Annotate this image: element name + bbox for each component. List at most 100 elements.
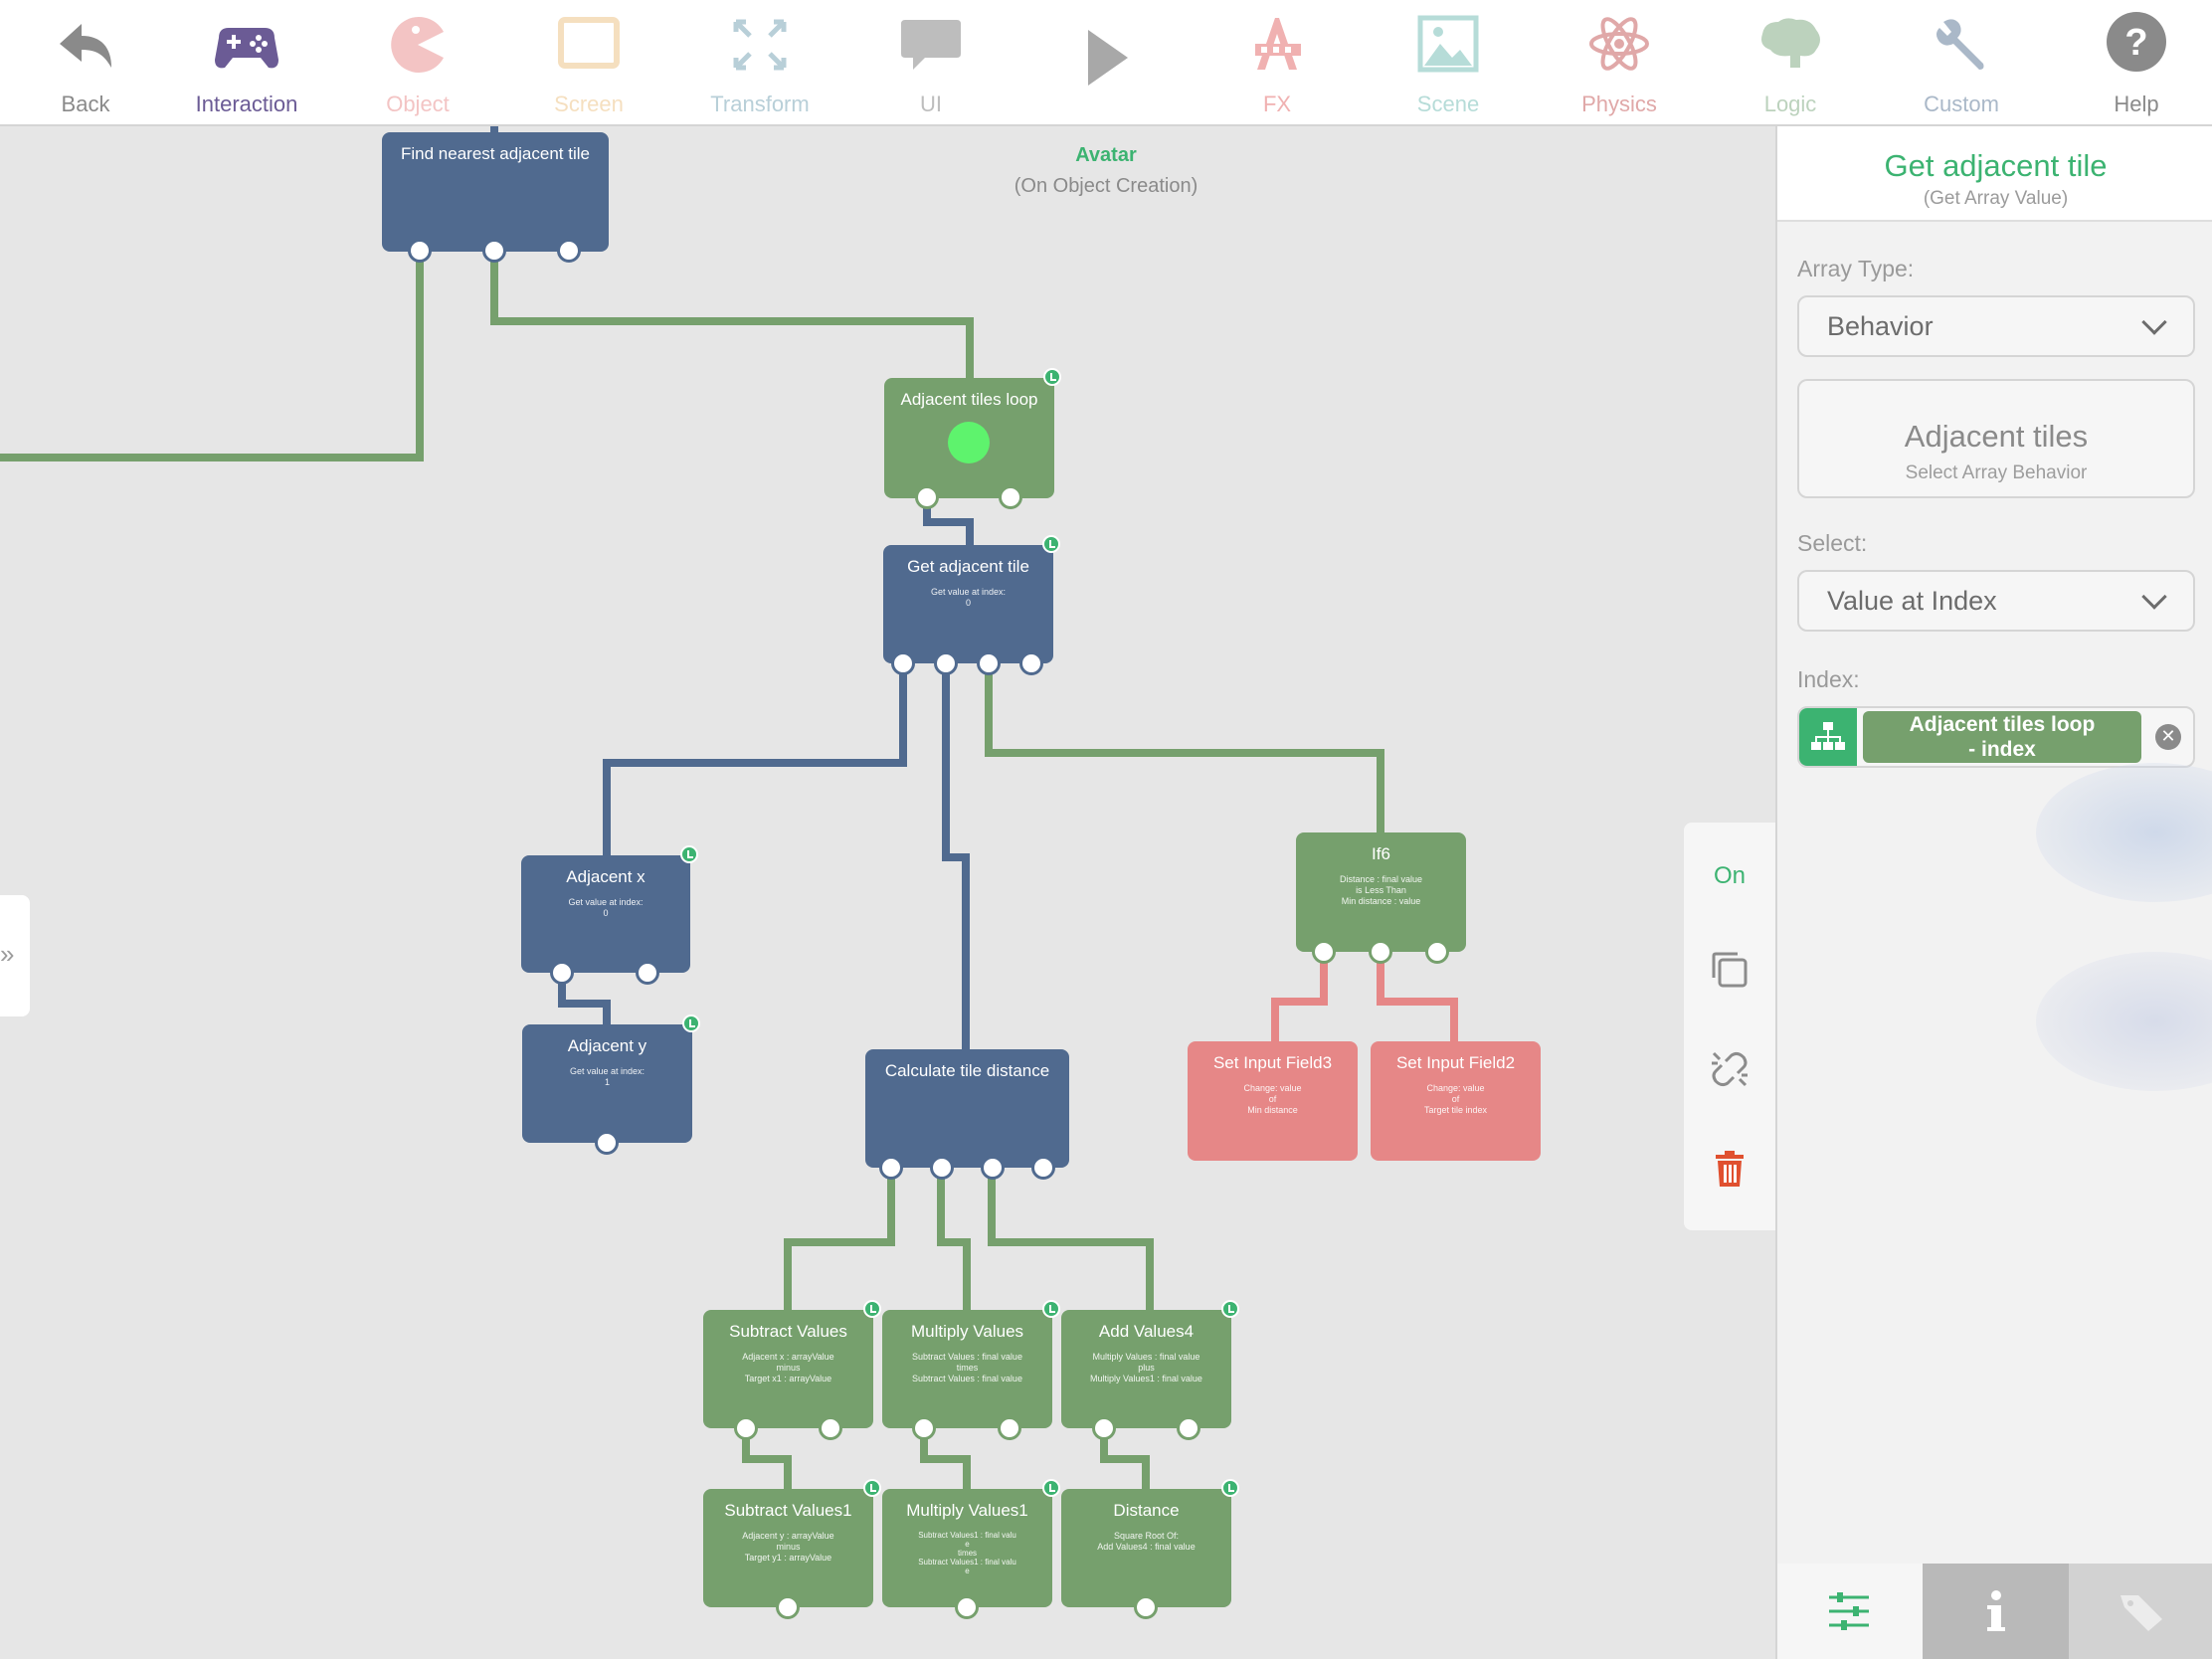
node-port[interactable] (1134, 1595, 1158, 1619)
node-adjacent-x[interactable]: Adjacent x Get value at index: 0 (521, 845, 698, 985)
index-label: Index: (1797, 666, 1860, 692)
node-title: Adjacent tiles loop (900, 390, 1038, 409)
node-port[interactable] (557, 239, 581, 263)
node-subtract-values1[interactable]: Subtract Values1 Adjacent y : arrayValue… (703, 1479, 881, 1619)
node-title: Set Input Field3 (1212, 1053, 1333, 1072)
help-button[interactable]: ? Help (2051, 0, 2212, 126)
node-port[interactable] (819, 1416, 842, 1440)
background-blur (2036, 952, 2212, 1091)
on-toggle-button[interactable]: On (1684, 862, 1775, 890)
play-button[interactable] (1020, 0, 1192, 126)
logic-button[interactable]: Logic (1705, 0, 1876, 126)
node-port[interactable] (408, 239, 432, 263)
node-port[interactable] (1019, 651, 1043, 675)
node-find-nearest[interactable]: Find nearest adjacent tile (382, 132, 609, 263)
node-port[interactable] (915, 485, 939, 509)
sliders-icon (1829, 1592, 1869, 1630)
node-port[interactable] (1425, 940, 1449, 964)
node-title: Multiply Values1 (906, 1501, 1028, 1520)
copy-icon (1712, 952, 1748, 988)
delete-button[interactable] (1684, 1147, 1775, 1196)
node-port[interactable] (1369, 940, 1392, 964)
node-port[interactable] (1312, 940, 1336, 964)
scene-button[interactable]: Scene (1363, 0, 1534, 126)
back-button[interactable]: Back (0, 0, 171, 126)
node-set-input-field3[interactable]: Set Input Field3 Change: value of Min di… (1188, 1041, 1358, 1161)
node-port[interactable] (482, 239, 506, 263)
node-multiply-values1[interactable]: Multiply Values1 Subtract Values1 : fina… (882, 1479, 1060, 1619)
ui-button[interactable]: UI (845, 0, 1016, 126)
node-get-adjacent-tile[interactable]: Get adjacent tile Get value at index: 0 (883, 535, 1060, 675)
node-add-values4[interactable]: Add Values4 Multiply Values : final valu… (1061, 1300, 1239, 1440)
node-title: If6 (1372, 844, 1390, 863)
hierarchy-icon[interactable] (1799, 708, 1857, 766)
physics-button[interactable]: Physics (1534, 0, 1705, 126)
interaction-button[interactable]: Interaction (161, 0, 332, 126)
node-detail: Distance : final value is Less Than Min … (1339, 874, 1423, 906)
node-port[interactable] (550, 961, 574, 985)
node-port[interactable] (934, 651, 958, 675)
node-if6[interactable]: If6 Distance : final value is Less Than … (1296, 832, 1466, 964)
toolbar-label: Transform (710, 92, 810, 116)
node-port[interactable] (1031, 1156, 1055, 1180)
node-port[interactable] (636, 961, 659, 985)
node-adjacent-tiles-loop[interactable]: Adjacent tiles loop (884, 368, 1061, 509)
index-value-chip[interactable]: Adjacent tiles loop - index (1863, 711, 2141, 763)
unlink-button[interactable] (1684, 1047, 1775, 1096)
node-calculate-tile-distance[interactable]: Calculate tile distance (865, 1049, 1069, 1180)
node-port[interactable] (955, 1595, 979, 1619)
array-behavior-selector[interactable]: Adjacent tiles Select Array Behavior (1797, 379, 2195, 498)
node-title: Adjacent y (567, 1036, 647, 1055)
select-dropdown[interactable]: Value at Index (1797, 570, 2195, 632)
behavior-canvas[interactable]: Avatar (On Object Creation) » Find neare… (0, 126, 1775, 1659)
array-type-dropdown[interactable]: Behavior (1797, 295, 2195, 357)
node-title: Add Values4 (1098, 1322, 1195, 1341)
node-distance[interactable]: Distance Square Root Of: Add Values4 : f… (1061, 1479, 1239, 1619)
toolbar-label: Physics (1581, 92, 1657, 116)
node-port[interactable] (999, 485, 1022, 509)
node-title: Calculate tile distance (884, 1061, 1050, 1080)
node-port[interactable] (734, 1416, 758, 1440)
node-subtract-values[interactable]: Subtract Values Adjacent x : arrayValue … (703, 1300, 881, 1440)
expand-left-panel-button[interactable]: » (0, 895, 30, 1016)
clear-index-button[interactable]: ✕ (2155, 724, 2181, 750)
node-detail: Get value at index: 1 (569, 1066, 645, 1087)
object-button[interactable]: Object (332, 0, 503, 126)
panel-tabs (1777, 1564, 2212, 1659)
node-port[interactable] (879, 1156, 903, 1180)
close-icon: ✕ (2160, 726, 2176, 746)
node-port[interactable] (977, 651, 1001, 675)
transform-arrows-icon (733, 19, 787, 71)
node-port[interactable] (1177, 1416, 1200, 1440)
svg-text:?: ? (2124, 22, 2147, 64)
index-field[interactable]: Adjacent tiles loop - index ✕ (1797, 706, 2195, 768)
tab-properties[interactable] (1777, 1564, 1923, 1659)
node-set-input-field2[interactable]: Set Input Field2 Change: value of Target… (1371, 1041, 1541, 1161)
node-port[interactable] (998, 1416, 1021, 1440)
download-badge-icon (680, 845, 698, 863)
node-detail: Subtract Values1 : final valu e times Su… (918, 1531, 1016, 1575)
download-badge-icon (1043, 368, 1061, 386)
node-port[interactable] (1092, 1416, 1116, 1440)
toolbar-label: FX (1262, 92, 1292, 116)
node-port[interactable] (981, 1156, 1005, 1180)
tab-info[interactable] (1923, 1564, 2069, 1659)
node-port[interactable] (891, 651, 915, 675)
custom-button[interactable]: Custom (1876, 0, 2047, 126)
node-detail: Get value at index: 0 (930, 587, 1007, 608)
context-event: (On Object Creation) (1014, 175, 1198, 197)
node-port[interactable] (912, 1416, 936, 1440)
node-port[interactable] (595, 1131, 619, 1155)
node-port[interactable] (776, 1595, 800, 1619)
node-port[interactable] (930, 1156, 954, 1180)
node-adjacent-y[interactable]: Adjacent y Get value at index: 1 (522, 1014, 700, 1155)
chevron-right-icon: » (0, 939, 15, 969)
fx-button[interactable]: FX (1192, 0, 1363, 126)
screen-button[interactable]: Screen (503, 0, 674, 126)
copy-button[interactable] (1684, 948, 1775, 997)
transform-button[interactable]: Transform (674, 0, 845, 126)
tab-tags[interactable] (2069, 1564, 2212, 1659)
index-value-line2: - index (1968, 738, 2036, 761)
node-multiply-values[interactable]: Multiply Values Subtract Values : final … (882, 1300, 1060, 1440)
screen-icon (558, 17, 620, 69)
